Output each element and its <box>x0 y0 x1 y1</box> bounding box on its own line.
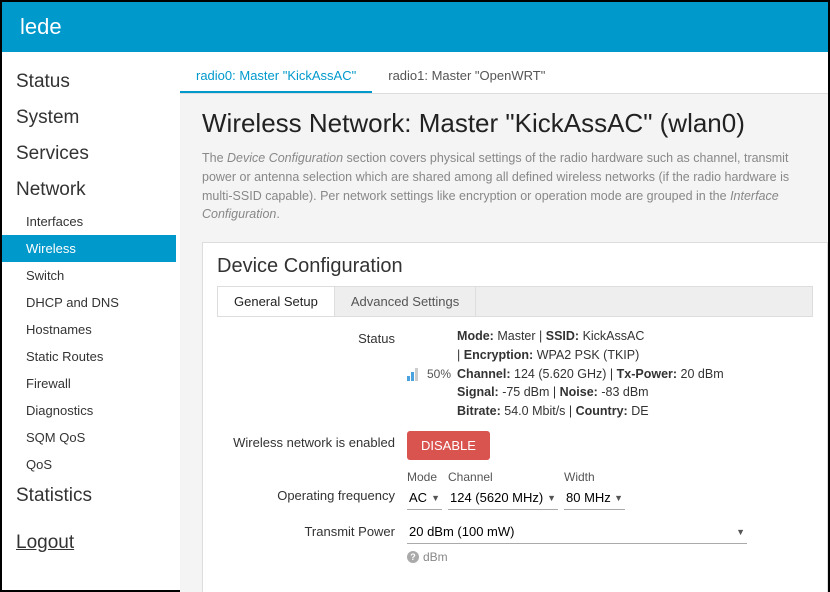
nav-qos[interactable]: QoS <box>16 451 180 478</box>
disable-button[interactable]: DISABLE <box>407 431 490 460</box>
signal-indicator: 50% <box>407 367 451 381</box>
opfreq-row: Operating frequency Mode AC Channel 124 … <box>217 470 813 510</box>
app-header: lede <box>2 2 828 52</box>
sidebar: Status System Services Network Interface… <box>2 52 180 592</box>
tab-radio1[interactable]: radio1: Master "OpenWRT" <box>372 60 561 93</box>
nav-network[interactable]: Network <box>16 172 180 208</box>
status-row: Status 50% Mode: Master | SSID: KickAssA… <box>217 327 813 421</box>
opfreq-label: Operating frequency <box>217 470 407 503</box>
txpower-row: Transmit Power 20 dBm (100 mW) ? dBm <box>217 520 813 564</box>
txpower-select[interactable]: 20 dBm (100 mW) <box>407 520 747 544</box>
nav-interfaces[interactable]: Interfaces <box>16 208 180 235</box>
device-config-title: Device Configuration <box>217 255 813 278</box>
logout-link[interactable]: Logout <box>16 514 180 572</box>
nav-sqm-qos[interactable]: SQM QoS <box>16 424 180 451</box>
signal-percent: 50% <box>427 367 451 381</box>
nav-services[interactable]: Services <box>16 136 180 172</box>
main-content: radio0: Master "KickAssAC" radio1: Maste… <box>180 52 828 592</box>
txpower-hint: ? dBm <box>407 550 448 564</box>
device-config-tabs: General Setup Advanced Settings <box>217 286 813 317</box>
status-details: Mode: Master | SSID: KickAssAC | Encrypt… <box>457 327 724 421</box>
device-config-section: Device Configuration General Setup Advan… <box>202 242 828 592</box>
nav-dhcp-dns[interactable]: DHCP and DNS <box>16 289 180 316</box>
app-title: lede <box>20 14 62 39</box>
nav-switch[interactable]: Switch <box>16 262 180 289</box>
nav-system[interactable]: System <box>16 100 180 136</box>
nav-firewall[interactable]: Firewall <box>16 370 180 397</box>
width-col-label: Width <box>564 470 625 484</box>
nav-status[interactable]: Status <box>16 64 180 100</box>
channel-col-label: Channel <box>448 470 558 484</box>
nav-static-routes[interactable]: Static Routes <box>16 343 180 370</box>
enabled-label: Wireless network is enabled <box>217 431 407 450</box>
mode-select[interactable]: AC <box>407 486 442 510</box>
nav-statistics[interactable]: Statistics <box>16 478 180 514</box>
page-title: Wireless Network: Master "KickAssAC" (wl… <box>202 108 828 139</box>
tab-radio0[interactable]: radio0: Master "KickAssAC" <box>180 60 372 93</box>
txpower-label: Transmit Power <box>217 520 407 539</box>
signal-bars-icon <box>407 367 423 381</box>
help-icon: ? <box>407 551 419 563</box>
tab-advanced-settings[interactable]: Advanced Settings <box>335 287 476 316</box>
status-label: Status <box>217 327 407 346</box>
channel-select[interactable]: 124 (5620 MHz) <box>448 486 558 510</box>
width-select[interactable]: 80 MHz <box>564 486 625 510</box>
page-description: The Device Configuration section covers … <box>202 149 828 224</box>
radio-tabs: radio0: Master "KickAssAC" radio1: Maste… <box>180 60 828 94</box>
mode-col-label: Mode <box>407 470 442 484</box>
tab-general-setup[interactable]: General Setup <box>218 287 335 316</box>
nav-wireless[interactable]: Wireless <box>2 235 176 262</box>
enabled-row: Wireless network is enabled DISABLE <box>217 431 813 460</box>
nav-hostnames[interactable]: Hostnames <box>16 316 180 343</box>
nav-diagnostics[interactable]: Diagnostics <box>16 397 180 424</box>
